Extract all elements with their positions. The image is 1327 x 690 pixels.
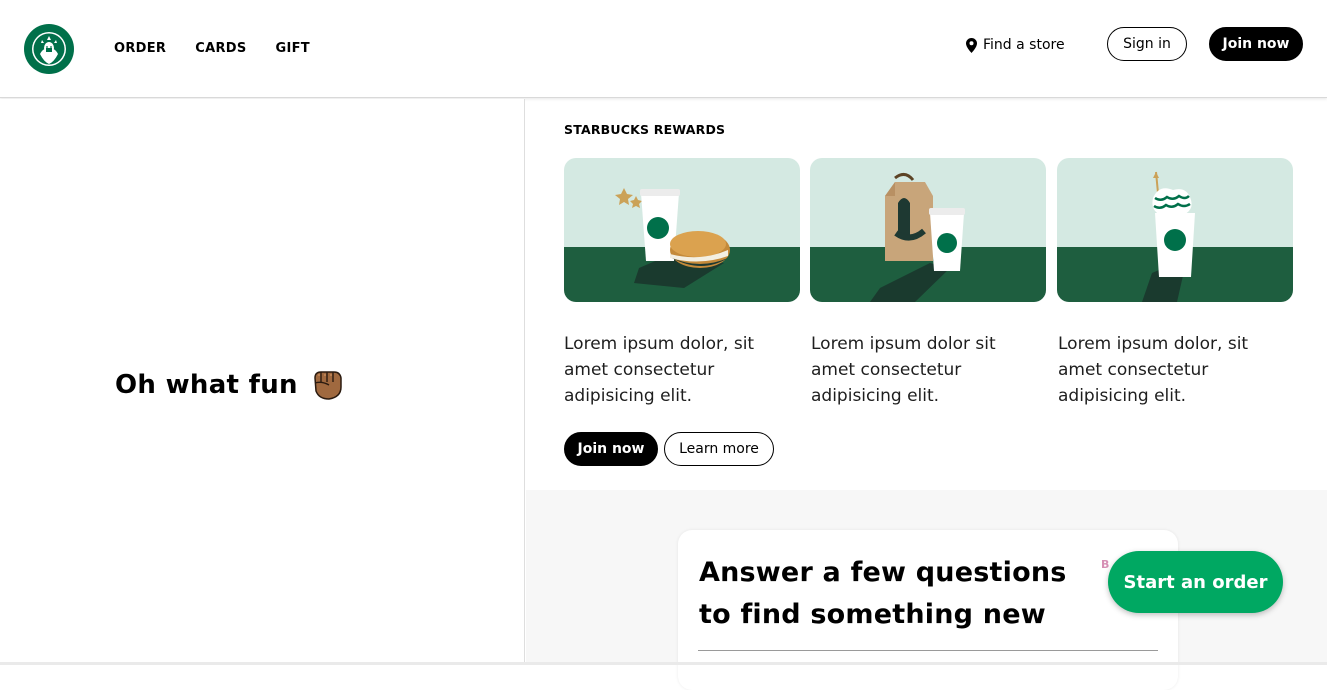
join-now-button[interactable]: Join now (1209, 27, 1303, 61)
rewards-join-now-button[interactable]: Join now (564, 432, 658, 466)
nav-cards[interactable]: CARDS (195, 41, 246, 56)
find-store-link[interactable]: Find a store (966, 35, 1065, 55)
sign-in-button[interactable]: Sign in (1107, 27, 1187, 61)
hero-title: Oh what fun (115, 370, 298, 400)
nav-order[interactable]: ORDER (114, 41, 166, 56)
starbucks-logo[interactable] (24, 24, 74, 74)
start-order-button[interactable]: Start an order (1108, 551, 1283, 613)
hero-heading: Oh what fun (115, 369, 344, 401)
reward-card-text-2: Lorem ipsum dolor sit amet consectetur a… (811, 334, 996, 406)
nav-gift[interactable]: GIFT (276, 41, 310, 56)
reward-image-frappuccino (1057, 158, 1293, 302)
location-pin-icon (966, 37, 977, 53)
reward-card-text-1: Lorem ipsum dolor, sit amet consectetur … (564, 334, 755, 406)
reward-card-text-3: Lorem ipsum dolor, sit amet consectetur … (1058, 334, 1249, 406)
main-nav: ORDER CARDS GIFT (114, 41, 339, 56)
quiz-badge: B (1101, 558, 1110, 571)
reward-image-bag-cup (810, 158, 1046, 302)
site-header: ORDER CARDS GIFT Find a store Sign in Jo… (0, 0, 1327, 98)
reward-image-coffee-sandwich (564, 158, 800, 302)
rewards-label: STARBUCKS REWARDS (564, 122, 726, 137)
hero-panel: Oh what fun (0, 99, 525, 665)
quiz-title: Answer a few questions to find something… (699, 557, 1067, 630)
fist-icon (314, 371, 342, 400)
quiz-divider (698, 650, 1158, 651)
find-store-label: Find a store (983, 37, 1065, 53)
rewards-learn-more-button[interactable]: Learn more (664, 432, 774, 466)
